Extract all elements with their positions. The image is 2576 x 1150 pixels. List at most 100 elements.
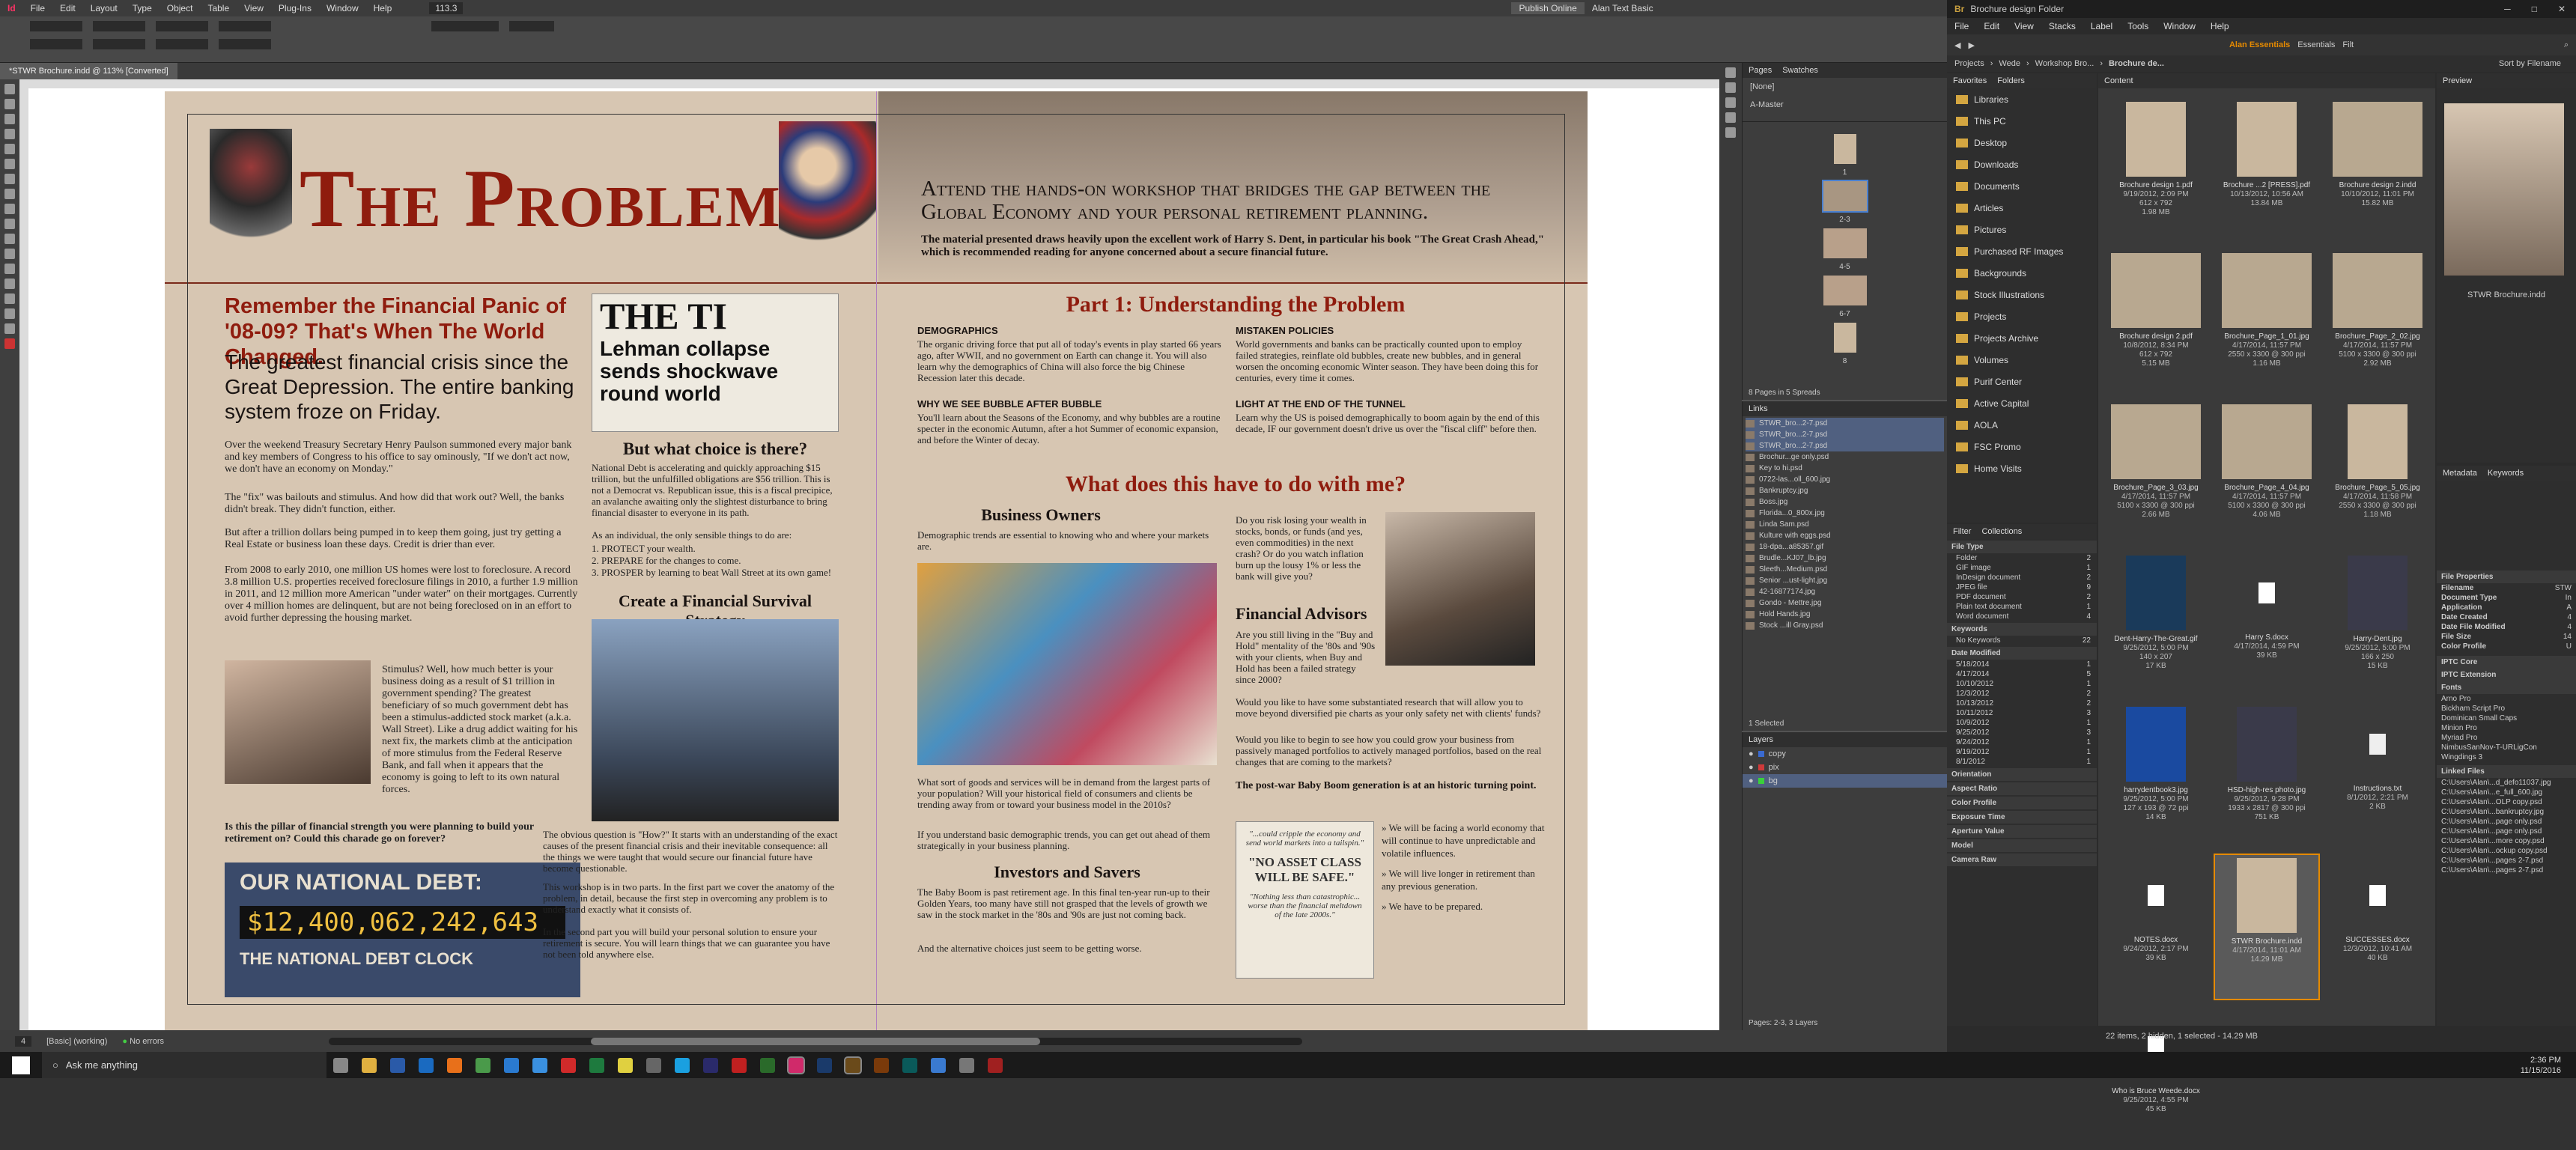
file-thumbnail[interactable]: Who is Bruce Weede.docx 9/25/2012, 4:55 P… <box>2104 1006 2208 1150</box>
filter-item[interactable]: Word document 4 <box>1947 612 2097 621</box>
note-tool-icon[interactable] <box>4 279 15 289</box>
gap-tool-icon[interactable] <box>4 129 15 139</box>
filter-item[interactable]: 10/11/2012 3 <box>1947 708 2097 718</box>
eyedropper-tool-icon[interactable] <box>4 293 15 304</box>
file-thumbnail[interactable]: Brochure_Page_4_04.jpg 4/17/2014, 11:57 P… <box>2215 401 2318 545</box>
filter-group-header[interactable]: Aperture Value <box>1947 825 2097 838</box>
filter-item[interactable]: 10/13/2012 2 <box>1947 699 2097 708</box>
filter-item[interactable]: 10/9/2012 1 <box>1947 718 2097 728</box>
bridge-task-icon[interactable] <box>844 1056 862 1074</box>
link-row[interactable]: Linda Sam.psd <box>1746 519 1944 530</box>
workspace-essentials[interactable]: Essentials <box>2297 40 2335 49</box>
menu-edit[interactable]: Edit <box>52 3 83 13</box>
favorite-item[interactable]: This PC <box>1947 110 2097 132</box>
favorite-item[interactable]: Libraries <box>1947 88 2097 110</box>
page-thumb-2-3[interactable] <box>1821 180 1868 213</box>
menu-layout[interactable]: Layout <box>83 3 125 13</box>
cortana-search[interactable]: ○ Ask me anything <box>42 1052 326 1078</box>
pencil-tool-icon[interactable] <box>4 189 15 199</box>
zoom-tool-icon[interactable] <box>4 323 15 334</box>
menu-type[interactable]: Type <box>125 3 160 13</box>
onedrive-icon[interactable] <box>931 1057 946 1073</box>
links-panel-icon[interactable] <box>1725 82 1736 93</box>
file-thumbnail[interactable]: Brochure design 2.pdf 10/8/2012, 8:34 PM 6… <box>2104 250 2208 394</box>
pen-tool-icon[interactable] <box>4 174 15 184</box>
page-tool-icon[interactable] <box>4 114 15 124</box>
close-icon[interactable]: ✕ <box>2548 4 2576 14</box>
file-thumbnail[interactable]: Brochure_Page_5_05.jpg 4/17/2014, 11:58 P… <box>2326 401 2429 545</box>
preview-tab-label[interactable]: Preview <box>2443 76 2472 85</box>
filter-item[interactable]: InDesign document 2 <box>1947 573 2097 582</box>
file-thumbnail[interactable]: Instructions.txt 8/1/2012, 2:21 PM 2 KB <box>2326 704 2429 848</box>
opacity-field[interactable] <box>509 21 554 31</box>
horizontal-ruler[interactable] <box>19 79 1719 88</box>
iptc-core-header[interactable]: IPTC Core <box>2437 656 2576 669</box>
layer-row-bg[interactable]: ● bg <box>1743 774 1947 788</box>
filter-item[interactable]: No Keywords 22 <box>1947 636 2097 645</box>
preflight-profile[interactable]: [Basic] (working) <box>46 1037 107 1046</box>
link-row[interactable]: Boss.jpg <box>1746 496 1944 508</box>
file-thumbnail[interactable]: harrydentbook3.jpg 9/25/2012, 5:00 PM 127 … <box>2104 704 2208 848</box>
filter-item[interactable]: 4/17/2014 5 <box>1947 669 2097 679</box>
settings-icon[interactable] <box>959 1057 974 1073</box>
x-field[interactable] <box>30 21 82 31</box>
linked-files-header[interactable]: Linked Files <box>2437 765 2576 778</box>
filter-item[interactable]: GIF image 1 <box>1947 563 2097 573</box>
link-row[interactable]: Brochur...ge only.psd <box>1746 451 1944 463</box>
link-row[interactable]: STWR_bro...2-7.psd <box>1746 429 1944 440</box>
windows-start-icon[interactable] <box>12 1056 30 1074</box>
filter-group-header[interactable]: Exposure Time <box>1947 811 2097 824</box>
chrome-icon[interactable] <box>476 1057 490 1073</box>
link-row[interactable]: Brudle...KJ07_lb.jpg <box>1746 553 1944 564</box>
eye-icon[interactable]: ● <box>1749 776 1754 785</box>
file-thumbnail[interactable]: SUCCESSES.docx 12/3/2012, 10:41 AM 40 KB <box>2326 855 2429 999</box>
workspace-switcher[interactable]: Alan Text Basic <box>1585 3 1661 13</box>
link-row[interactable]: Sleeth...Medium.psd <box>1746 564 1944 575</box>
link-row[interactable]: Florida...0_800x.jpg <box>1746 508 1944 519</box>
link-row[interactable]: Stock ...ill Gray.psd <box>1746 620 1944 631</box>
filter-item[interactable]: Plain text document 1 <box>1947 602 2097 612</box>
file-thumbnail[interactable]: NOTES.docx 9/24/2012, 2:17 PM 39 KB <box>2104 855 2208 999</box>
path-wede[interactable]: Wede <box>1999 59 2020 68</box>
zoom-level[interactable]: 113.3 <box>429 2 464 14</box>
master-none[interactable]: [None] <box>1743 78 1947 96</box>
selection-tool-icon[interactable] <box>4 84 15 94</box>
bridge-menu-tools[interactable]: Tools <box>2120 21 2156 31</box>
bridge-menu-edit[interactable]: Edit <box>1976 21 2007 31</box>
publish-online-button[interactable]: Publish Online <box>1511 2 1585 14</box>
back-icon[interactable]: ◀ <box>1954 40 1960 50</box>
bridge-menu-help[interactable]: Help <box>2203 21 2237 31</box>
tab-keywords[interactable]: Keywords <box>2488 469 2524 478</box>
menu-table[interactable]: Table <box>200 3 237 13</box>
filter-item[interactable]: JPEG file 9 <box>1947 582 2097 592</box>
outlook-icon[interactable] <box>419 1057 434 1073</box>
filter-group-header[interactable]: Model <box>1947 839 2097 852</box>
link-row[interactable]: STWR_bro...2-7.psd <box>1746 418 1944 429</box>
bridge-menu-view[interactable]: View <box>2007 21 2041 31</box>
iptc-extension-header[interactable]: IPTC Extension <box>2437 669 2576 681</box>
file-thumbnail[interactable]: Harry S.docx 4/17/2014, 4:59 PM 39 KB <box>2215 553 2318 696</box>
filter-item[interactable]: 10/10/2012 1 <box>1947 679 2097 689</box>
clock-date[interactable]: 11/15/2016 <box>2521 1065 2561 1076</box>
tab-metadata[interactable]: Metadata <box>2443 469 2477 478</box>
layers-panel-icon[interactable] <box>1725 97 1736 108</box>
stroke-panel-icon[interactable] <box>1725 112 1736 123</box>
bridge-menu-label[interactable]: Label <box>2083 21 2120 31</box>
notes-icon[interactable] <box>618 1057 633 1073</box>
page-thumb-1[interactable] <box>1833 134 1856 164</box>
line-tool-icon[interactable] <box>4 159 15 169</box>
scale-field[interactable] <box>156 21 208 31</box>
filter-group-header[interactable]: Camera Raw <box>1947 854 2097 866</box>
indesign-task-icon[interactable] <box>787 1056 805 1074</box>
rotate-field[interactable] <box>219 21 271 31</box>
excel-icon[interactable] <box>589 1057 604 1073</box>
master-a[interactable]: A-Master <box>1743 96 1947 114</box>
w-field[interactable] <box>93 21 145 31</box>
favorite-item[interactable]: Projects <box>1947 305 2097 327</box>
skype-icon[interactable] <box>675 1057 690 1073</box>
favorite-item[interactable]: Projects Archive <box>1947 327 2097 349</box>
filter-item[interactable]: 12/3/2012 2 <box>1947 689 2097 699</box>
favorite-item[interactable]: AOLA <box>1947 414 2097 436</box>
tab-favorites[interactable]: Favorites <box>1953 76 1987 85</box>
brochure-spread[interactable]: The Problem Attend the hands-on workshop… <box>165 91 1588 1030</box>
